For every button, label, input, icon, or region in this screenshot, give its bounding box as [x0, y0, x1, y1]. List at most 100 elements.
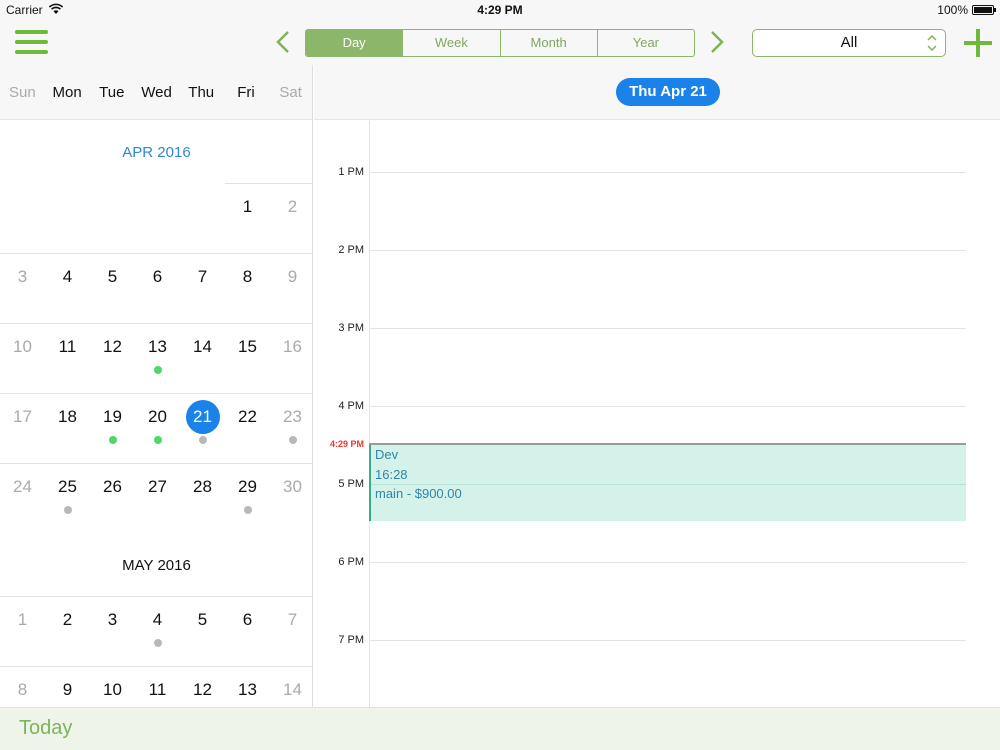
day-cell[interactable]: 26: [90, 463, 135, 533]
weekday-label: Mon: [52, 84, 82, 101]
day-cell[interactable]: 29: [225, 463, 270, 533]
day-cell[interactable]: 16: [270, 323, 312, 393]
weekday-label: Fri: [237, 84, 255, 101]
day-number: 16: [283, 337, 302, 356]
day-number: 13: [148, 337, 167, 356]
day-number: 7: [197, 267, 208, 286]
day-cell[interactable]: 9: [45, 666, 90, 707]
day-cell[interactable]: 6: [135, 253, 180, 323]
day-number: 2: [62, 610, 73, 629]
today-button[interactable]: Today: [19, 717, 72, 740]
day-number: 13: [238, 680, 257, 699]
day-cell[interactable]: 8: [0, 666, 45, 707]
hour-label: 1 PM: [338, 166, 364, 178]
day-cell[interactable]: 14: [180, 323, 225, 393]
day-number: 19: [103, 407, 122, 426]
add-event-button[interactable]: [964, 29, 992, 57]
previous-period-button[interactable]: [272, 30, 296, 54]
day-cell[interactable]: 2: [45, 596, 90, 666]
day-number: 10: [103, 680, 122, 699]
day-cell[interactable]: 22: [225, 393, 270, 463]
battery-icon: [972, 5, 996, 15]
day-number: 1: [242, 197, 253, 216]
event-detail: main - $900.00: [375, 486, 462, 501]
tab-year[interactable]: Year: [598, 30, 694, 56]
day-cell[interactable]: 19: [90, 393, 135, 463]
day-cell-selected[interactable]: 21: [180, 393, 225, 463]
week-row: 3 4 5 6 7 8 9: [0, 253, 312, 323]
event-dot: [153, 436, 162, 444]
day-cell[interactable]: 24: [0, 463, 45, 533]
day-cell[interactable]: 18: [45, 393, 90, 463]
day-number: 24: [13, 477, 32, 496]
day-cell[interactable]: 7: [180, 253, 225, 323]
time-gutter-divider: [369, 121, 370, 707]
day-cell[interactable]: 20: [135, 393, 180, 463]
week-row: 24 25 26 27 28 29 30: [0, 463, 312, 533]
hour-label: 5 PM: [338, 478, 364, 490]
day-cell[interactable]: 13: [225, 666, 270, 707]
day-number: 15: [238, 337, 257, 356]
day-cell[interactable]: 2: [270, 183, 312, 253]
hour-gridline: [369, 406, 966, 407]
day-cell[interactable]: 12: [180, 666, 225, 707]
chevron-right-icon: [711, 31, 724, 53]
week-row: 12: [0, 183, 312, 253]
day-cell[interactable]: 28: [180, 463, 225, 533]
day-cell[interactable]: 5: [180, 596, 225, 666]
weekday-label: Tue: [99, 84, 125, 101]
weekday-label: Thu: [188, 84, 215, 101]
hour-label: 4 PM: [338, 400, 364, 412]
day-cell[interactable]: 27: [135, 463, 180, 533]
day-number: 1: [17, 610, 28, 629]
day-cell[interactable]: 11: [45, 323, 90, 393]
day-number: 25: [58, 477, 77, 496]
day-timeline[interactable]: 7 PM 6 PM 5 PM 4 PM 3 PM 2 PM 1 PM 4:29 PM Dev…: [314, 121, 1000, 707]
day-cell[interactable]: 5: [90, 253, 135, 323]
month-title: APR 2016: [122, 144, 191, 161]
day-cell[interactable]: 25: [45, 463, 90, 533]
day-cell[interactable]: 4: [45, 253, 90, 323]
day-cell[interactable]: 12: [90, 323, 135, 393]
day-cell[interactable]: 3: [0, 253, 45, 323]
day-cell[interactable]: 9: [270, 253, 312, 323]
day-cell[interactable]: 3: [90, 596, 135, 666]
day-cell[interactable]: 1: [0, 596, 45, 666]
toolbar: Day Week Month Year All: [0, 20, 1000, 65]
day-number: 10: [13, 337, 32, 356]
day-cell[interactable]: 4: [135, 596, 180, 666]
day-cell[interactable]: 6: [225, 596, 270, 666]
day-cell[interactable]: 11: [135, 666, 180, 707]
day-cell[interactable]: 17: [0, 393, 45, 463]
event-block[interactable]: Dev 16:28 main - $900.00: [369, 445, 966, 521]
hamburger-menu-icon[interactable]: [15, 30, 48, 54]
day-number: 21: [185, 400, 220, 434]
hour-gridline: [369, 328, 966, 329]
day-cell[interactable]: 1: [225, 183, 270, 253]
month-list-pane: Sun Mon Tue Wed Thu Fri Sat APR 2016 1 2 3 4 5 6 7 8 9 1…: [0, 65, 313, 707]
tab-week[interactable]: Week: [403, 30, 501, 56]
day-number: 9: [287, 267, 298, 286]
day-number: 6: [152, 267, 163, 286]
day-cell[interactable]: 10: [0, 323, 45, 393]
event-dot: [198, 436, 207, 444]
selected-date-pill[interactable]: Thu Apr 21: [616, 78, 720, 106]
day-cell[interactable]: 23: [270, 393, 312, 463]
tab-month[interactable]: Month: [501, 30, 598, 56]
day-cell[interactable]: 14: [270, 666, 312, 707]
day-number: 27: [148, 477, 167, 496]
event-separator: [371, 484, 966, 485]
day-cell[interactable]: 7: [270, 596, 312, 666]
event-dot: [288, 436, 297, 444]
hour-label: 7 PM: [338, 634, 364, 646]
day-cell[interactable]: 30: [270, 463, 312, 533]
day-number: 11: [148, 680, 167, 699]
day-cell[interactable]: 8: [225, 253, 270, 323]
next-period-button[interactable]: [704, 30, 728, 54]
tab-day[interactable]: Day: [306, 30, 404, 56]
filter-select[interactable]: All: [752, 29, 946, 57]
day-number: 12: [103, 337, 122, 356]
day-cell[interactable]: 13: [135, 323, 180, 393]
day-cell[interactable]: 10: [90, 666, 135, 707]
day-cell[interactable]: 15: [225, 323, 270, 393]
